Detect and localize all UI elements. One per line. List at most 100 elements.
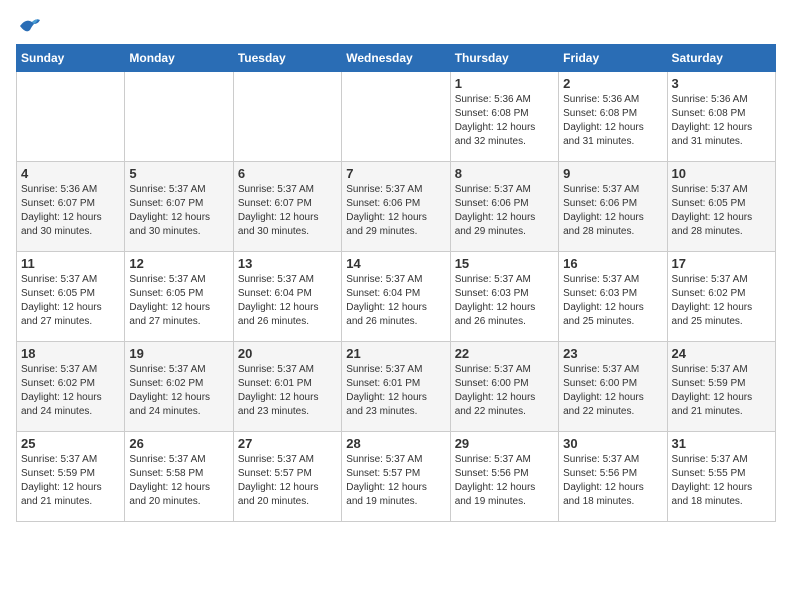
calendar-cell: 4 Sunrise: 5:36 AM Sunset: 6:07 PM Daylig… <box>17 162 125 252</box>
calendar-cell <box>17 72 125 162</box>
calendar-cell: 17Sunrise: 5:37 AM Sunset: 6:02 PM Dayli… <box>667 252 775 342</box>
calendar-cell: 5Sunrise: 5:37 AM Sunset: 6:07 PM Daylig… <box>125 162 233 252</box>
day-number: 23 <box>563 346 662 361</box>
day-number: 21 <box>346 346 445 361</box>
calendar-cell: 10 Sunrise: 5:37 AM Sunset: 6:05 PM Dayli… <box>667 162 775 252</box>
day-number: 22 <box>455 346 554 361</box>
calendar-cell: 23Sunrise: 5:37 AM Sunset: 6:00 PM Dayli… <box>559 342 667 432</box>
day-info: Sunrise: 5:37 AM Sunset: 6:04 PM Dayligh… <box>238 273 337 329</box>
calendar-cell: 6 Sunrise: 5:37 AM Sunset: 6:07 PM Daylig… <box>233 162 341 252</box>
day-number: 30 <box>563 436 662 451</box>
day-number: 7 <box>346 166 445 181</box>
calendar-table: SundayMondayTuesdayWednesdayThursdayFrid… <box>16 44 776 522</box>
calendar-cell: 31 Sunrise: 5:37 AM Sunset: 5:55 PM Dayli… <box>667 432 775 522</box>
calendar-cell: 15 Sunrise: 5:37 AM Sunset: 6:03 PM Dayli… <box>450 252 558 342</box>
calendar-cell: 11 Sunrise: 5:37 AM Sunset: 6:05 PM Dayli… <box>17 252 125 342</box>
day-info: Sunrise: 5:37 AM Sunset: 5:59 PM Dayligh… <box>672 363 771 419</box>
day-number: 3 <box>672 76 771 91</box>
day-info: Sunrise: 5:37 AM Sunset: 6:04 PM Dayligh… <box>346 273 445 329</box>
calendar-cell: 30 Sunrise: 5:37 AM Sunset: 5:56 PM Dayli… <box>559 432 667 522</box>
calendar-cell: 21 Sunrise: 5:37 AM Sunset: 6:01 PM Dayli… <box>342 342 450 432</box>
weekday-header-friday: Friday <box>559 45 667 72</box>
day-info: Sunrise: 5:37 AM Sunset: 6:07 PM Dayligh… <box>238 183 337 239</box>
day-info: Sunrise: 5:37 AM Sunset: 6:05 PM Dayligh… <box>672 183 771 239</box>
calendar-cell: 13 Sunrise: 5:37 AM Sunset: 6:04 PM Dayli… <box>233 252 341 342</box>
calendar-cell: 20 Sunrise: 5:37 AM Sunset: 6:01 PM Dayli… <box>233 342 341 432</box>
day-info: Sunrise: 5:37 AM Sunset: 6:03 PM Dayligh… <box>563 273 662 329</box>
calendar-cell: 14Sunrise: 5:37 AM Sunset: 6:04 PM Dayli… <box>342 252 450 342</box>
day-number: 4 <box>21 166 120 181</box>
day-number: 11 <box>21 256 120 271</box>
weekday-header-wednesday: Wednesday <box>342 45 450 72</box>
calendar-week-1: 1 Sunrise: 5:36 AM Sunset: 6:08 PM Daylig… <box>17 72 776 162</box>
calendar-cell: 28Sunrise: 5:37 AM Sunset: 5:57 PM Dayli… <box>342 432 450 522</box>
day-info: Sunrise: 5:37 AM Sunset: 6:07 PM Dayligh… <box>129 183 228 239</box>
calendar-week-3: 11 Sunrise: 5:37 AM Sunset: 6:05 PM Dayli… <box>17 252 776 342</box>
logo <box>16 16 42 36</box>
day-info: Sunrise: 5:37 AM Sunset: 5:59 PM Dayligh… <box>21 453 120 509</box>
weekday-header-tuesday: Tuesday <box>233 45 341 72</box>
calendar-cell: 2 Sunrise: 5:36 AM Sunset: 6:08 PM Daylig… <box>559 72 667 162</box>
day-number: 6 <box>238 166 337 181</box>
calendar-header <box>16 16 776 36</box>
calendar-cell: 25 Sunrise: 5:37 AM Sunset: 5:59 PM Dayli… <box>17 432 125 522</box>
calendar-cell: 29Sunrise: 5:37 AM Sunset: 5:56 PM Dayli… <box>450 432 558 522</box>
day-info: Sunrise: 5:37 AM Sunset: 5:56 PM Dayligh… <box>563 453 662 509</box>
calendar-cell: 19 Sunrise: 5:37 AM Sunset: 6:02 PM Dayli… <box>125 342 233 432</box>
day-info: Sunrise: 5:37 AM Sunset: 6:00 PM Dayligh… <box>455 363 554 419</box>
calendar-cell: 8 Sunrise: 5:37 AM Sunset: 6:06 PM Daylig… <box>450 162 558 252</box>
day-info: Sunrise: 5:37 AM Sunset: 6:03 PM Dayligh… <box>455 273 554 329</box>
day-info: Sunrise: 5:37 AM Sunset: 5:58 PM Dayligh… <box>129 453 228 509</box>
calendar-cell: 12Sunrise: 5:37 AM Sunset: 6:05 PM Dayli… <box>125 252 233 342</box>
calendar-cell <box>125 72 233 162</box>
calendar-cell: 9 Sunrise: 5:37 AM Sunset: 6:06 PM Daylig… <box>559 162 667 252</box>
day-number: 20 <box>238 346 337 361</box>
day-info: Sunrise: 5:37 AM Sunset: 5:57 PM Dayligh… <box>238 453 337 509</box>
calendar-cell <box>342 72 450 162</box>
calendar-cell: 3 Sunrise: 5:36 AM Sunset: 6:08 PM Daylig… <box>667 72 775 162</box>
day-info: Sunrise: 5:37 AM Sunset: 6:06 PM Dayligh… <box>455 183 554 239</box>
weekday-header-saturday: Saturday <box>667 45 775 72</box>
day-number: 18 <box>21 346 120 361</box>
weekday-header-thursday: Thursday <box>450 45 558 72</box>
day-number: 26 <box>129 436 228 451</box>
calendar-cell: 18 Sunrise: 5:37 AM Sunset: 6:02 PM Dayli… <box>17 342 125 432</box>
day-info: Sunrise: 5:37 AM Sunset: 6:06 PM Dayligh… <box>563 183 662 239</box>
day-number: 28 <box>346 436 445 451</box>
day-number: 1 <box>455 76 554 91</box>
day-number: 24 <box>672 346 771 361</box>
calendar-cell: 26 Sunrise: 5:37 AM Sunset: 5:58 PM Dayli… <box>125 432 233 522</box>
calendar-cell: 24 Sunrise: 5:37 AM Sunset: 5:59 PM Dayli… <box>667 342 775 432</box>
calendar-week-5: 25 Sunrise: 5:37 AM Sunset: 5:59 PM Dayli… <box>17 432 776 522</box>
calendar-cell: 22 Sunrise: 5:37 AM Sunset: 6:00 PM Dayli… <box>450 342 558 432</box>
day-info: Sunrise: 5:36 AM Sunset: 6:08 PM Dayligh… <box>455 93 554 149</box>
logo-bird-icon <box>18 16 42 36</box>
calendar-cell: 27Sunrise: 5:37 AM Sunset: 5:57 PM Dayli… <box>233 432 341 522</box>
calendar-cell: 16Sunrise: 5:37 AM Sunset: 6:03 PM Dayli… <box>559 252 667 342</box>
day-number: 12 <box>129 256 228 271</box>
calendar-week-4: 18 Sunrise: 5:37 AM Sunset: 6:02 PM Dayli… <box>17 342 776 432</box>
day-number: 15 <box>455 256 554 271</box>
day-number: 19 <box>129 346 228 361</box>
day-number: 2 <box>563 76 662 91</box>
day-info: Sunrise: 5:37 AM Sunset: 5:55 PM Dayligh… <box>672 453 771 509</box>
day-number: 9 <box>563 166 662 181</box>
day-number: 13 <box>238 256 337 271</box>
calendar-cell <box>233 72 341 162</box>
day-number: 25 <box>21 436 120 451</box>
day-info: Sunrise: 5:37 AM Sunset: 6:02 PM Dayligh… <box>129 363 228 419</box>
day-info: Sunrise: 5:36 AM Sunset: 6:07 PM Dayligh… <box>21 183 120 239</box>
day-number: 10 <box>672 166 771 181</box>
day-info: Sunrise: 5:37 AM Sunset: 6:06 PM Dayligh… <box>346 183 445 239</box>
day-info: Sunrise: 5:36 AM Sunset: 6:08 PM Dayligh… <box>672 93 771 149</box>
day-info: Sunrise: 5:37 AM Sunset: 6:02 PM Dayligh… <box>21 363 120 419</box>
day-info: Sunrise: 5:37 AM Sunset: 6:01 PM Dayligh… <box>238 363 337 419</box>
day-number: 31 <box>672 436 771 451</box>
day-info: Sunrise: 5:37 AM Sunset: 6:05 PM Dayligh… <box>21 273 120 329</box>
day-info: Sunrise: 5:37 AM Sunset: 6:01 PM Dayligh… <box>346 363 445 419</box>
day-number: 8 <box>455 166 554 181</box>
day-info: Sunrise: 5:37 AM Sunset: 5:56 PM Dayligh… <box>455 453 554 509</box>
day-number: 17 <box>672 256 771 271</box>
day-info: Sunrise: 5:36 AM Sunset: 6:08 PM Dayligh… <box>563 93 662 149</box>
calendar-cell: 7 Sunrise: 5:37 AM Sunset: 6:06 PM Daylig… <box>342 162 450 252</box>
